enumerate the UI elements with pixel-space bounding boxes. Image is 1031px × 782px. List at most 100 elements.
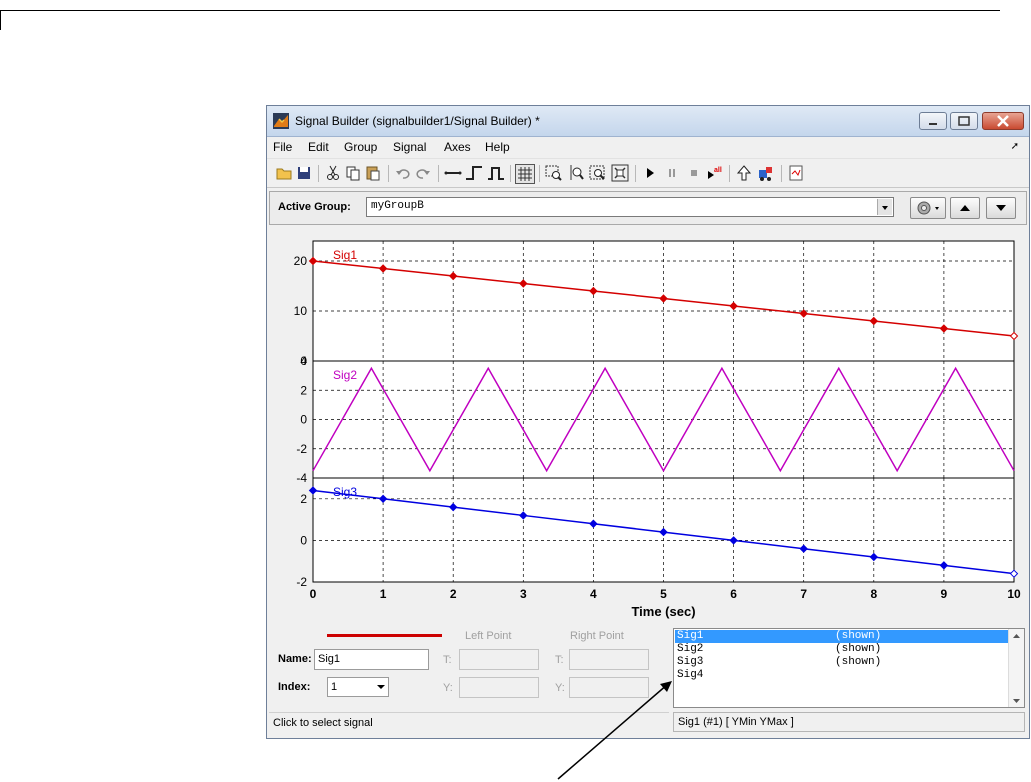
page-border-left (0, 10, 1, 30)
constant-icon[interactable] (444, 164, 462, 182)
menu-axes[interactable]: Axes (444, 140, 471, 154)
fit-icon[interactable] (611, 164, 629, 182)
index-select[interactable]: 1 (327, 677, 389, 697)
x-tick-label: 1 (380, 587, 387, 601)
toolbar-separator (729, 165, 730, 182)
y-tick-label: -2 (296, 575, 307, 589)
move-group-up-button[interactable] (950, 197, 980, 219)
right-t-label: T: (555, 654, 564, 666)
copy-icon[interactable] (344, 164, 362, 182)
stop-icon[interactable] (685, 164, 703, 182)
signal-builder-window: Signal Builder (signalbuilder1/Signal Bu… (266, 105, 1030, 739)
y-tick-label: 0 (300, 533, 307, 547)
name-field[interactable]: Sig1 (314, 649, 429, 670)
menu-help[interactable]: Help (485, 140, 510, 154)
toolbar: all (267, 158, 1029, 188)
menu-signal[interactable]: Signal (393, 140, 426, 154)
signal-chart[interactable]: 01020 Sig1-4-2024Sig2-202 Sig30 1 2 3 4 5 6 7 8 9 10… (269, 227, 1027, 632)
toolbar-separator (388, 165, 389, 182)
menu-file[interactable]: File (273, 140, 292, 154)
close-icon (997, 115, 1009, 127)
undo-icon[interactable] (394, 164, 412, 182)
x-tick-label: 5 (660, 587, 667, 601)
active-group-label: Active Group: (278, 201, 351, 213)
model-icon[interactable] (757, 164, 775, 182)
left-t-label: T: (443, 654, 452, 666)
step-icon[interactable] (465, 164, 483, 182)
signal-list[interactable]: Sig1 (shown) Sig2 (shown) Sig3 (shown) Sig4 (673, 628, 1025, 708)
y-tick-label: 4 (300, 354, 307, 368)
pulse-icon[interactable] (487, 164, 505, 182)
line-style-sample[interactable] (327, 634, 442, 637)
x-tick-label: 6 (730, 587, 737, 601)
signal-list-item-name: Sig3 (677, 656, 704, 668)
maximize-icon (958, 116, 970, 126)
x-axis-label: Time (sec) (631, 604, 695, 619)
signal-list-item[interactable]: Sig3 (shown) (675, 656, 1010, 669)
signal-list-item[interactable]: Sig4 (675, 669, 1010, 682)
active-group-select[interactable]: myGroupB (366, 197, 894, 217)
zoom-y-icon[interactable] (567, 164, 585, 182)
chevron-down-icon (377, 685, 385, 689)
left-y-field[interactable] (459, 677, 539, 698)
left-y-label: Y: (443, 682, 453, 694)
toolbar-separator (438, 165, 439, 182)
title-bar: Signal Builder (signalbuilder1/Signal Bu… (267, 106, 1029, 137)
report-icon[interactable] (787, 164, 805, 182)
cut-icon[interactable] (324, 164, 342, 182)
group-settings-button[interactable] (910, 197, 946, 219)
x-tick-label: 9 (941, 587, 948, 601)
triangle-up-icon (960, 205, 970, 211)
left-t-field[interactable] (459, 649, 539, 670)
paste-icon[interactable] (364, 164, 382, 182)
redo-icon[interactable] (414, 164, 432, 182)
play-all-icon[interactable]: all (705, 164, 723, 182)
y-tick-label: 20 (294, 254, 308, 268)
zoom-x-icon[interactable] (545, 164, 563, 182)
up-icon[interactable] (735, 164, 753, 182)
save-icon[interactable] (295, 164, 313, 182)
play-icon[interactable] (641, 164, 659, 182)
x-tick-label: 8 (870, 587, 877, 601)
y-tick-label: -4 (296, 471, 307, 485)
status-signal-info: Sig1 (#1) [ YMin YMax ] (673, 712, 1025, 732)
x-tick-label: 7 (800, 587, 807, 601)
signal-list-scrollbar[interactable] (1008, 629, 1024, 707)
triangle-down-icon (996, 205, 1006, 211)
menu-overflow-icon[interactable]: ➚ (1011, 141, 1019, 152)
toolbar-separator (318, 165, 319, 182)
move-group-down-button[interactable] (986, 197, 1016, 219)
signal-list-item[interactable]: Sig2 (shown) (675, 643, 1010, 656)
minimize-button[interactable] (919, 112, 947, 130)
open-icon[interactable] (275, 164, 293, 182)
maximize-button[interactable] (950, 112, 978, 130)
zoom-xy-icon[interactable] (589, 164, 607, 182)
matlab-icon (273, 113, 289, 129)
index-select-value: 1 (331, 681, 338, 693)
x-tick-label: 0 (310, 587, 317, 601)
right-t-field[interactable] (569, 649, 649, 670)
toolbar-separator (781, 165, 782, 182)
toolbar-separator (510, 165, 511, 182)
grid-icon[interactable] (515, 164, 535, 184)
active-group-bar: Active Group: myGroupB (269, 191, 1027, 225)
series-label-sig1: Sig1 (333, 248, 357, 262)
signal-list-item[interactable]: Sig1 (shown) (675, 630, 1010, 643)
index-label: Index: (278, 681, 311, 693)
x-tick-label: 2 (450, 587, 457, 601)
pause-icon[interactable] (663, 164, 681, 182)
close-button[interactable] (982, 112, 1024, 130)
right-y-field[interactable] (569, 677, 649, 698)
chevron-down-icon[interactable] (877, 199, 892, 215)
status-message: Click to select signal (269, 712, 669, 732)
plot-area: 0 10 20 Sig1 -4 -2 0 2 4 Sig2 -2 0 2 Sig3 0 1 2 3 4 5 6 7 8 9 10… (269, 227, 1027, 632)
menu-group[interactable]: Group (344, 140, 377, 154)
signal-list-item-status: (shown) (835, 630, 882, 642)
series-label-sig2: Sig2 (333, 368, 357, 382)
gear-icon (917, 201, 939, 215)
signal-list-item-name: Sig1 (677, 630, 704, 642)
menu-edit[interactable]: Edit (308, 140, 329, 154)
left-point-label: Left Point (465, 630, 512, 642)
menu-bar: File Edit Group Signal Axes Help ➚ (267, 137, 1029, 157)
signal-list-item-name: Sig2 (677, 643, 704, 655)
